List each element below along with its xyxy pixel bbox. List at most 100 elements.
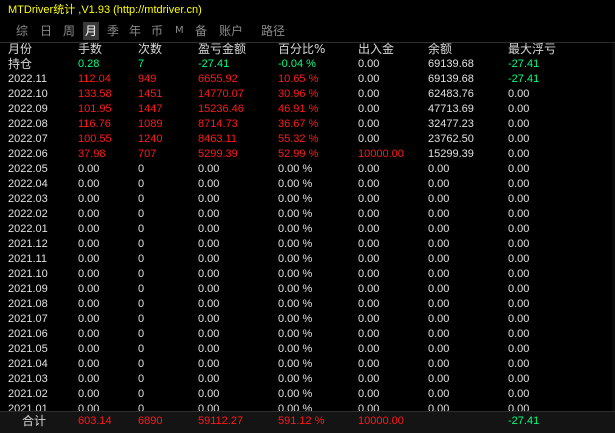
cell-month: 2022.02 <box>8 208 48 220</box>
cell-max-drawdown: 0.00 <box>508 88 530 100</box>
table-row: 2022.05 0.00 0 0.00 0.00 % 0.00 0.00 0.00 <box>0 163 615 176</box>
cell-balance: 0.00 <box>428 313 450 325</box>
cell-max-drawdown: 0.00 <box>508 313 530 325</box>
table-row: 2021.12 0.00 0 0.00 0.00 % 0.00 0.00 0.00 <box>0 238 615 251</box>
tab-path[interactable]: 路径 <box>259 22 287 40</box>
cell-percent: 0.00 % <box>278 238 313 250</box>
cell-deposit-withdraw: 0.00 <box>358 343 380 355</box>
table-row: 2021.07 0.00 0 0.00 0.00 % 0.00 0.00 0.00 <box>0 313 615 326</box>
tab-notes[interactable]: 备 <box>193 22 209 40</box>
tab-currency[interactable]: 币 <box>149 22 165 40</box>
cell-percent: 10.65 % <box>278 73 319 85</box>
cell-trades: 1240 <box>138 133 163 145</box>
tab-account[interactable]: 账户 <box>217 22 245 40</box>
cell-month: 2021.12 <box>8 238 48 250</box>
cell-trades: 0 <box>138 313 145 325</box>
cell-lots: 101.95 <box>78 103 112 115</box>
cell-deposit-withdraw: 0.00 <box>358 238 380 250</box>
cell-pnl: 0.00 <box>198 283 220 295</box>
cell-month: 2021.07 <box>8 313 48 325</box>
cell-percent: 0.00 % <box>278 298 313 310</box>
header-max-drawdown: 最大浮亏 <box>508 42 557 56</box>
cell-percent: 0.00 % <box>278 268 313 280</box>
cell-pnl: 0.00 <box>198 163 220 175</box>
tab-weekly[interactable]: 周 <box>61 22 77 40</box>
total-row: 合计 603.14 6890 59112.27 591.12 % 10000.0… <box>0 411 615 433</box>
cell-percent: 0.00 % <box>278 223 313 235</box>
cell-month: 2022.01 <box>8 223 48 235</box>
cell-percent: 52.99 % <box>278 148 319 160</box>
cell-deposit-withdraw: 10000.00 <box>358 148 404 160</box>
cell-month: 2021.08 <box>8 298 48 310</box>
cell-percent: 0.00 % <box>278 313 313 325</box>
cell-deposit-withdraw: 0.00 <box>358 298 380 310</box>
cell-lots: 0.00 <box>78 283 100 295</box>
cell-month: 2022.08 <box>8 118 48 130</box>
cell-trades: 0 <box>138 208 145 220</box>
tab-summary[interactable]: 综 <box>14 22 30 40</box>
cell-max-drawdown: 0.00 <box>508 358 530 370</box>
cell-lots: 0.00 <box>78 253 100 265</box>
header-balance: 余额 <box>428 42 453 56</box>
cell-pnl: 6655.92 <box>198 73 238 85</box>
cell-deposit-withdraw: 0.00 <box>358 253 380 265</box>
cell-lots: 0.00 <box>78 298 100 310</box>
cell-month: 2021.09 <box>8 283 48 295</box>
tab-m[interactable]: M <box>173 22 186 40</box>
table-row: 2022.06 37.98 707 5299.39 52.99 % 10000.00 152… <box>0 148 615 161</box>
cell-percent: 46.91 % <box>278 103 319 115</box>
cell-deposit-withdraw: 0.00 <box>358 208 380 220</box>
cell-month: 2022.06 <box>8 148 48 160</box>
table-row: 2022.02 0.00 0 0.00 0.00 % 0.00 0.00 0.00 <box>0 208 615 221</box>
cell-month: 2022.10 <box>8 88 48 100</box>
cell-balance: 0.00 <box>428 358 450 370</box>
table-row: 2021.04 0.00 0 0.00 0.00 % 0.00 0.00 0.00 <box>0 358 615 371</box>
period-tab-bar: 综 日 周 月 季 年 币 M 备 账户 路径 <box>0 22 615 43</box>
cell-balance: 0.00 <box>428 193 450 205</box>
cell-balance: 32477.23 <box>428 118 474 130</box>
cell-max-drawdown: 0.00 <box>508 328 530 340</box>
tab-monthly[interactable]: 月 <box>83 22 100 40</box>
tab-yearly[interactable]: 年 <box>127 22 143 40</box>
cell-trades: 0 <box>138 223 145 235</box>
total-percent: 591.12 % <box>278 415 325 427</box>
cell-trades: 949 <box>138 73 157 85</box>
cell-max-drawdown: 0.00 <box>508 208 530 220</box>
holding-max-drawdown: -27.41 <box>508 58 540 70</box>
cell-max-drawdown: 0.00 <box>508 298 530 310</box>
cell-max-drawdown: 0.00 <box>508 178 530 190</box>
cell-pnl: 0.00 <box>198 268 220 280</box>
cell-max-drawdown: 0.00 <box>508 268 530 280</box>
cell-balance: 0.00 <box>428 268 450 280</box>
tab-quarterly[interactable]: 季 <box>105 22 121 40</box>
cell-percent: 0.00 % <box>278 178 313 190</box>
cell-balance: 0.00 <box>428 223 450 235</box>
cell-percent: 0.00 % <box>278 343 313 355</box>
header-month: 月份 <box>8 42 33 56</box>
header-lots: 手数 <box>78 42 103 56</box>
cell-balance: 15299.39 <box>428 148 474 160</box>
cell-deposit-withdraw: 0.00 <box>358 133 380 145</box>
cell-lots: 0.00 <box>78 388 100 400</box>
cell-percent: 0.00 % <box>278 388 313 400</box>
cell-percent: 0.00 % <box>278 163 313 175</box>
cell-pnl: 15236.46 <box>198 103 244 115</box>
total-max-drawdown: -27.41 <box>508 415 540 427</box>
cell-trades: 0 <box>138 298 145 310</box>
cell-balance: 0.00 <box>428 298 450 310</box>
table-row: 2021.06 0.00 0 0.00 0.00 % 0.00 0.00 0.00 <box>0 328 615 341</box>
cell-lots: 0.00 <box>78 223 100 235</box>
cell-deposit-withdraw: 0.00 <box>358 283 380 295</box>
tab-daily[interactable]: 日 <box>38 22 54 40</box>
cell-lots: 0.00 <box>78 358 100 370</box>
cell-pnl: 0.00 <box>198 253 220 265</box>
cell-deposit-withdraw: 0.00 <box>358 88 380 100</box>
cell-trades: 0 <box>138 163 145 175</box>
cell-month: 2022.11 <box>8 73 47 85</box>
cell-trades: 0 <box>138 193 145 205</box>
cell-balance: 0.00 <box>428 238 450 250</box>
cell-pnl: 0.00 <box>198 313 220 325</box>
cell-lots: 0.00 <box>78 163 100 175</box>
cell-lots: 112.04 <box>78 73 111 85</box>
table-row: 2022.07 100.55 1240 8463.11 55.32 % 0.00 23762… <box>0 133 615 146</box>
